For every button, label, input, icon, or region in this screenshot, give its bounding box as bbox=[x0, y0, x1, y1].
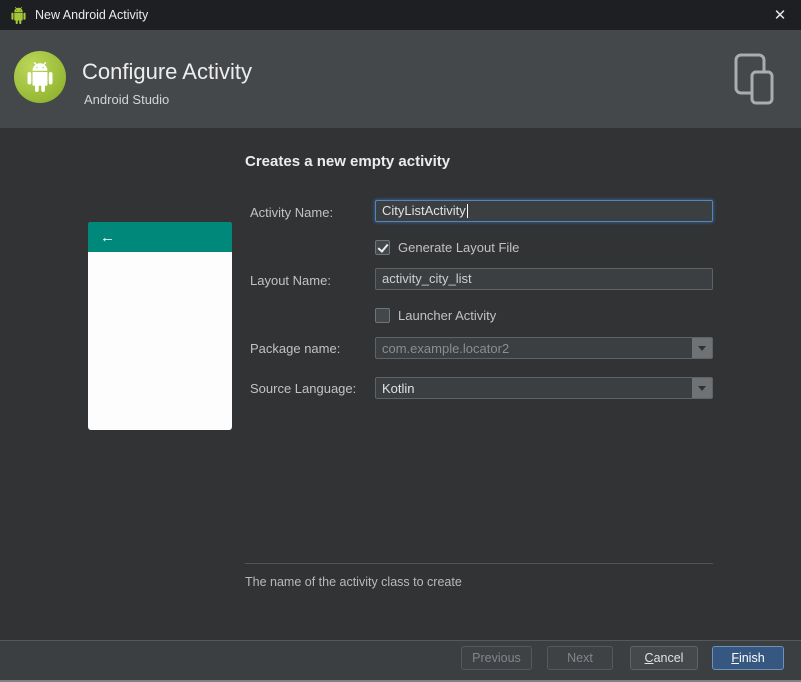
hint-separator bbox=[245, 563, 713, 564]
finish-button-label: Finish bbox=[731, 651, 765, 665]
launcher-activity-label: Launcher Activity bbox=[398, 307, 497, 323]
back-arrow-icon: ← bbox=[100, 228, 115, 246]
generate-layout-file-label: Generate Layout File bbox=[398, 239, 520, 255]
previous-button[interactable]: Previous bbox=[461, 646, 532, 670]
layout-name-label: Layout Name: bbox=[250, 273, 331, 288]
layout-name-input[interactable]: activity_city_list bbox=[375, 268, 713, 290]
text-caret bbox=[466, 204, 468, 218]
title-bar: New Android Activity ✕ bbox=[0, 0, 801, 30]
finish-button[interactable]: Finish bbox=[712, 646, 784, 670]
previous-button-label: Previous bbox=[472, 651, 521, 665]
device-preview-icon bbox=[728, 52, 780, 106]
package-name-value: com.example.locator2 bbox=[382, 340, 510, 356]
wizard-title: Configure Activity bbox=[82, 59, 252, 84]
new-android-activity-dialog: New Android Activity ✕ Configure Activit… bbox=[0, 0, 801, 682]
android-studio-logo-icon bbox=[12, 49, 68, 105]
chevron-down-icon[interactable] bbox=[692, 338, 712, 358]
window-title: New Android Activity bbox=[35, 8, 149, 22]
android-icon bbox=[10, 6, 27, 24]
layout-name-value: activity_city_list bbox=[382, 271, 472, 286]
activity-preview-appbar: ← bbox=[88, 222, 232, 252]
source-language-label: Source Language: bbox=[250, 381, 357, 396]
cancel-button-label: Cancel bbox=[644, 651, 684, 665]
wizard-subtitle: Android Studio bbox=[84, 92, 170, 107]
cancel-button[interactable]: Cancel bbox=[630, 646, 698, 670]
package-name-label: Package name: bbox=[250, 341, 341, 356]
activity-name-input[interactable]: CityListActivity bbox=[375, 200, 713, 222]
source-language-dropdown[interactable]: Kotlin bbox=[375, 377, 713, 399]
launcher-activity-checkbox-row[interactable]: Launcher Activity bbox=[375, 307, 496, 323]
activity-preview: ← bbox=[88, 222, 232, 430]
field-hint-text: The name of the activity class to create bbox=[245, 575, 462, 589]
package-name-combobox[interactable]: com.example.locator2 bbox=[375, 337, 713, 359]
chevron-down-icon[interactable] bbox=[692, 378, 712, 398]
next-button-label: Next bbox=[567, 651, 593, 665]
launcher-activity-checkbox[interactable] bbox=[375, 307, 390, 323]
wizard-header: Configure Activity Android Studio bbox=[0, 30, 801, 128]
generate-layout-file-checkbox-row[interactable]: Generate Layout File bbox=[375, 239, 519, 255]
activity-name-value: CityListActivity bbox=[382, 203, 466, 218]
activity-name-label: Activity Name: bbox=[250, 205, 334, 220]
next-button[interactable]: Next bbox=[547, 646, 613, 670]
close-icon[interactable]: ✕ bbox=[769, 4, 791, 26]
source-language-value: Kotlin bbox=[382, 380, 415, 396]
page-title: Creates a new empty activity bbox=[245, 153, 451, 170]
generate-layout-file-checkbox[interactable] bbox=[375, 239, 390, 255]
